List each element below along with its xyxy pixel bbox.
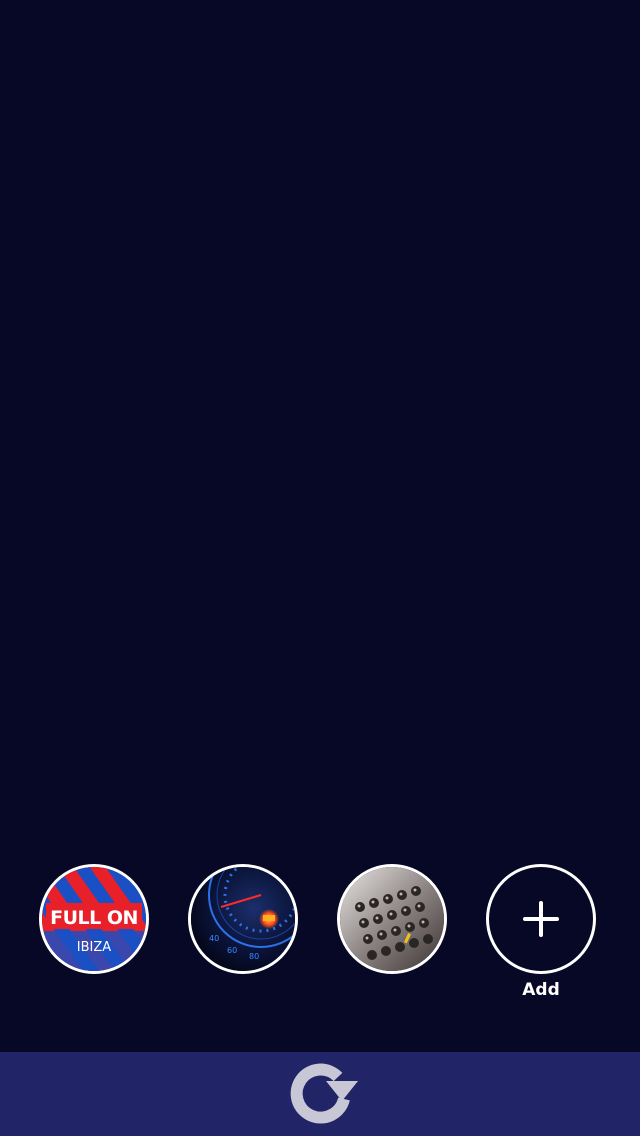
fullon-logo-text: FULL ON xyxy=(50,907,138,929)
fullon-logo-subtext: IBIZA xyxy=(77,940,111,955)
plus-icon xyxy=(523,901,559,937)
svg-text:60: 60 xyxy=(227,946,237,955)
add-channel-button[interactable]: Add xyxy=(486,864,596,1000)
main-content-area xyxy=(0,0,640,850)
audio-mixer-image xyxy=(340,867,444,971)
fullon-ibiza-image: FULL ON IBIZA xyxy=(42,867,146,971)
svg-text:80: 80 xyxy=(249,952,259,961)
fullon-ibiza-logo[interactable]: FULL ON IBIZA xyxy=(39,864,149,974)
add-circle[interactable] xyxy=(486,864,596,974)
channel-row: FULL ON IBIZA 40 60 80 Add xyxy=(0,864,640,1004)
bottom-bar xyxy=(0,1052,640,1136)
app-screen: FULL ON IBIZA 40 60 80 Add xyxy=(0,0,640,1136)
app-logo-icon[interactable] xyxy=(280,1059,360,1129)
channel-speedometer[interactable]: 40 60 80 xyxy=(188,864,298,974)
channel-mixer[interactable] xyxy=(337,864,447,974)
svg-text:40: 40 xyxy=(209,934,219,943)
mixer-avatar[interactable] xyxy=(337,864,447,974)
add-label: Add xyxy=(522,980,560,1000)
speedometer-avatar[interactable]: 40 60 80 xyxy=(188,864,298,974)
channel-fullon-ibiza[interactable]: FULL ON IBIZA xyxy=(39,864,149,974)
speedometer-image: 40 60 80 xyxy=(191,867,295,971)
